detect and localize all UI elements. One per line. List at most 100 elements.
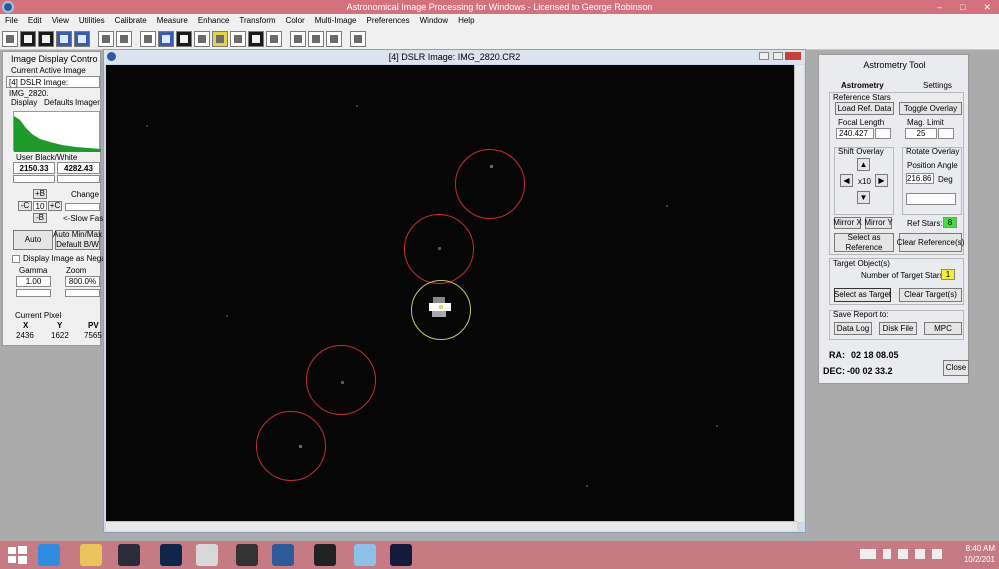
close-icon[interactable]: ✕ — [983, 0, 991, 14]
volume-icon[interactable] — [932, 549, 942, 559]
white-value-field[interactable]: 4282.43 — [57, 162, 100, 174]
minimize-icon[interactable]: – — [937, 0, 942, 14]
measure-icon[interactable] — [212, 30, 228, 47]
calibrate-icon[interactable] — [74, 30, 90, 47]
toggle-overlay-button[interactable]: Toggle Overlay — [899, 102, 962, 115]
notes-app-icon[interactable] — [354, 544, 376, 566]
contrast-plus-button[interactable]: +C — [48, 201, 62, 211]
grid-icon[interactable] — [230, 30, 246, 47]
menu-window[interactable]: Window — [415, 14, 453, 28]
photometry-icon[interactable] — [266, 30, 282, 47]
tab-settings[interactable]: Settings — [923, 81, 952, 90]
sharpen-icon[interactable] — [194, 30, 210, 47]
image-window-icon[interactable] — [107, 52, 116, 61]
close-button[interactable]: Close — [943, 360, 969, 376]
position-angle-field[interactable]: 216.86 — [906, 173, 934, 184]
telescope-app-icon[interactable] — [118, 544, 140, 566]
select-as-reference-button[interactable]: Select as Reference — [834, 233, 894, 252]
menu-view[interactable]: View — [47, 14, 74, 28]
keyboard-icon[interactable] — [860, 549, 876, 559]
focal-length-field[interactable]: 240.427 — [836, 128, 874, 139]
internet-explorer-icon[interactable] — [38, 544, 60, 566]
change-rate-slider[interactable] — [65, 203, 100, 211]
menu-color[interactable]: Color — [281, 14, 310, 28]
mirror-x-button[interactable]: Mirror X — [833, 217, 862, 229]
menu-edit[interactable]: Edit — [23, 14, 47, 28]
menu-calibrate[interactable]: Calibrate — [110, 14, 152, 28]
shift-up-button[interactable]: ▲ — [857, 158, 870, 171]
menu-multi-image[interactable]: Multi-Image — [310, 14, 362, 28]
gamma-stepper[interactable] — [16, 289, 51, 297]
book-icon[interactable] — [350, 30, 366, 47]
black-slider[interactable] — [13, 175, 55, 183]
save-as-icon[interactable] — [38, 30, 54, 47]
clear-references-button[interactable]: Clear Reference(s) — [897, 233, 964, 252]
menu-preferences[interactable]: Preferences — [361, 14, 414, 28]
tab-imager[interactable]: Imager — [75, 98, 100, 107]
mpc-button[interactable]: MPC — [924, 322, 962, 335]
terminal-app-icon[interactable] — [390, 544, 412, 566]
batch-icon[interactable] — [140, 30, 156, 47]
select-as-target-button[interactable]: Select as Target — [834, 288, 891, 302]
auto-button[interactable]: Auto — [13, 230, 53, 250]
horizontal-scrollbar[interactable] — [106, 521, 797, 531]
copy-image-icon[interactable] — [56, 30, 72, 47]
histogram-stretch-icon[interactable] — [116, 30, 132, 47]
open-file-icon[interactable] — [2, 30, 18, 47]
menu-transform[interactable]: Transform — [234, 14, 280, 28]
photoshop-icon[interactable] — [160, 544, 182, 566]
negative-checkbox[interactable] — [12, 255, 20, 263]
save-icon[interactable] — [20, 30, 36, 47]
black-value-field[interactable]: 2150.33 — [13, 162, 55, 174]
current-image-select[interactable]: [4] DSLR Image: IMG_2820. — [6, 76, 100, 98]
windows-start-icon[interactable] — [6, 544, 28, 566]
data-log-button[interactable]: Data Log — [834, 322, 872, 335]
clear-targets-button[interactable]: Clear Target(s) — [899, 288, 962, 302]
tab-astrometry[interactable]: Astrometry — [841, 81, 884, 90]
menu-file[interactable]: File — [0, 14, 23, 28]
stack-icon[interactable] — [326, 30, 342, 47]
color-palette-icon[interactable] — [290, 30, 306, 47]
menu-measure[interactable]: Measure — [152, 14, 193, 28]
auto-min-max-button[interactable]: Auto Min/Max Default B/W — [53, 230, 102, 250]
brightness-plus-button[interactable]: +B — [33, 189, 47, 199]
load-ref-data-button[interactable]: Load Ref. Data — [835, 102, 894, 115]
vertical-scrollbar[interactable] — [794, 65, 804, 522]
ddp-icon[interactable] — [158, 30, 174, 47]
image-canvas[interactable] — [106, 65, 797, 522]
star-image-icon[interactable] — [176, 30, 192, 47]
brightness-minus-button[interactable]: -B — [33, 213, 47, 223]
aip4win-app-icon[interactable] — [272, 544, 294, 566]
white-slider[interactable] — [57, 175, 100, 183]
app-logo-icon[interactable] — [2, 1, 14, 13]
mag-limit-field[interactable]: 25 — [905, 128, 937, 139]
battery-icon[interactable] — [915, 549, 925, 559]
tab-display[interactable]: Display — [11, 98, 37, 107]
menu-help[interactable]: Help — [453, 14, 479, 28]
image-maximize-icon[interactable] — [773, 52, 783, 60]
contrast-minus-button[interactable]: -C — [18, 201, 32, 211]
disk-file-button[interactable]: Disk File — [879, 322, 917, 335]
image-minimize-icon[interactable] — [759, 52, 769, 60]
image-close-icon[interactable] — [785, 52, 801, 60]
shift-down-button[interactable]: ▼ — [857, 191, 870, 204]
paint-icon[interactable] — [196, 544, 218, 566]
menu-utilities[interactable]: Utilities — [74, 14, 110, 28]
shift-left-button[interactable]: ◀ — [840, 174, 853, 187]
file-explorer-icon[interactable] — [80, 544, 102, 566]
tab-defaults[interactable]: Defaults — [44, 98, 73, 107]
histogram-icon[interactable] — [98, 30, 114, 47]
mag-limit-stepper[interactable] — [938, 128, 954, 139]
contrast-step-field[interactable]: 10 — [33, 201, 47, 211]
shift-right-button[interactable]: ▶ — [875, 174, 888, 187]
menu-enhance[interactable]: Enhance — [193, 14, 235, 28]
camera-app-icon[interactable] — [314, 544, 336, 566]
gamma-field[interactable]: 1.00 — [16, 276, 51, 287]
galaxy-icon[interactable] — [248, 30, 264, 47]
mirror-y-button[interactable]: Mirror Y — [864, 217, 893, 229]
zoom-field[interactable]: 800.0% — [65, 276, 100, 287]
maximize-icon[interactable]: □ — [960, 0, 965, 14]
flag-icon[interactable] — [883, 549, 891, 559]
network-icon[interactable] — [898, 549, 908, 559]
zoom-stepper[interactable] — [65, 289, 100, 297]
